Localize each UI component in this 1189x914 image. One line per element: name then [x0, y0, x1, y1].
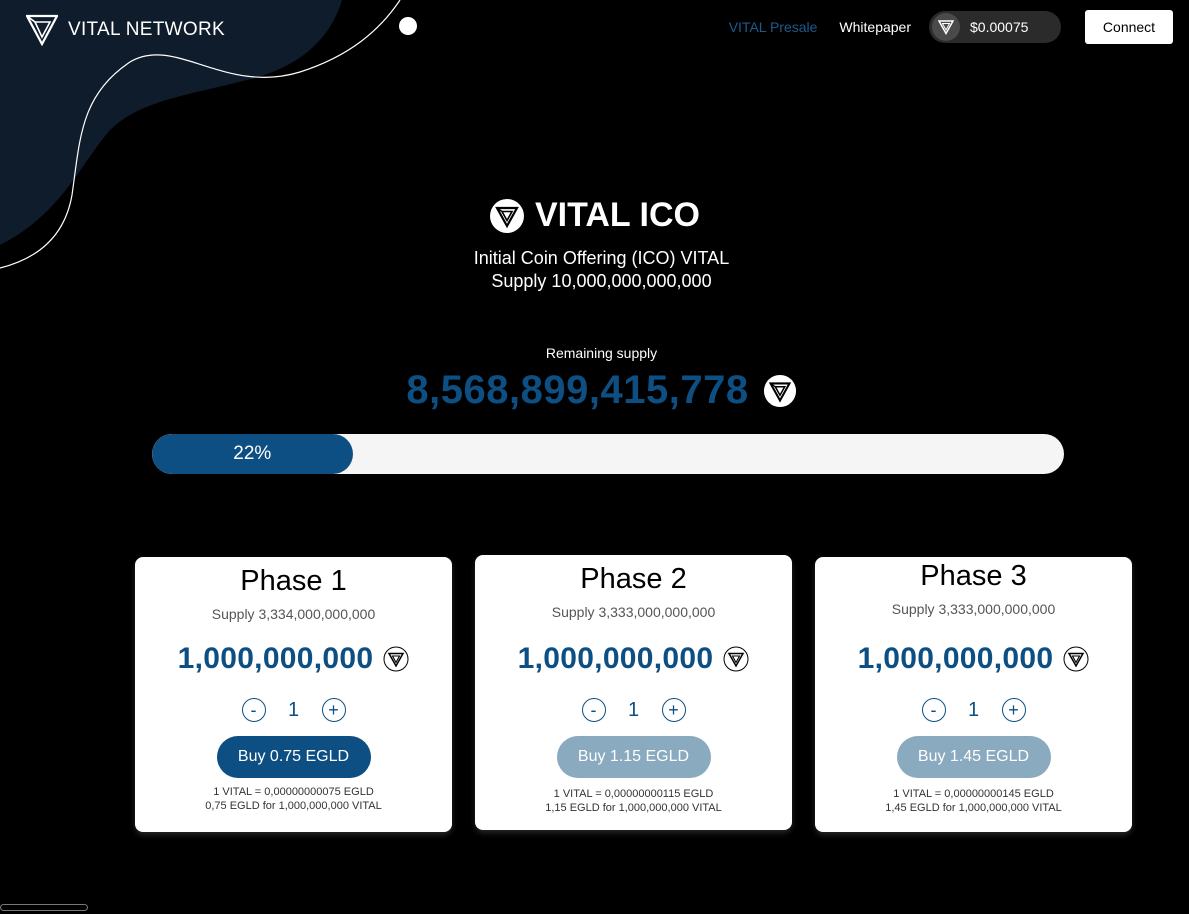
- phase-supply: Supply 3,333,000,000,000: [551, 604, 716, 620]
- decrease-quantity-button[interactable]: -: [581, 698, 606, 722]
- quantity-value: 1: [627, 698, 640, 721]
- phase-rate-detail: 1,15 EGLD for 1,000,000,000 VITAL: [545, 802, 722, 814]
- vital-token-icon: [383, 646, 409, 672]
- phase-amount-value: 1,000,000,000: [177, 642, 374, 675]
- sale-progress-bar: 22%: [152, 434, 1064, 474]
- horizontal-scrollbar[interactable]: [0, 904, 88, 911]
- total-supply: Supply 10,000,000,000,000: [491, 271, 712, 291]
- token-price: $0.00075: [970, 19, 1029, 35]
- phase-supply: Supply 3,333,000,000,000: [891, 601, 1056, 617]
- sale-progress-fill: 22%: [152, 434, 353, 474]
- quantity-stepper: - 1 +: [475, 698, 792, 722]
- phase-amount-value: 1,000,000,000: [517, 642, 714, 675]
- phase-rate: 1 VITAL = 0,00000000075 EGLD: [213, 786, 374, 798]
- top-nav: VITAL Presale Whitepaper $0.00075 Connec…: [729, 10, 1173, 44]
- increase-quantity-button[interactable]: +: [321, 698, 346, 722]
- phase-amount-value: 1,000,000,000: [857, 642, 1054, 675]
- nav-presale-link[interactable]: VITAL Presale: [729, 19, 818, 35]
- decrease-quantity-button[interactable]: -: [921, 698, 946, 722]
- brand-name: VITAL NETWORK: [68, 19, 225, 40]
- phase-supply: Supply 3,334,000,000,000: [211, 606, 376, 622]
- hero-subtitle: Initial Coin Offering (ICO) VITAL: [473, 248, 730, 268]
- phase-rate: 1 VITAL = 0,00000000115 EGLD: [553, 788, 714, 800]
- phase-card-1: Phase 1 Supply 3,334,000,000,000 1,000,0…: [135, 557, 452, 832]
- brand-logo[interactable]: VITAL NETWORK: [26, 14, 225, 46]
- remaining-supply-label: Remaining supply: [545, 345, 658, 361]
- phase-rate: 1 VITAL = 0,00000000145 EGLD: [893, 788, 1054, 800]
- sale-progress-label: 22%: [233, 443, 272, 464]
- buy-button[interactable]: Buy 0.75 EGLD: [216, 736, 371, 778]
- phase-title: Phase 2: [580, 563, 687, 595]
- remaining-supply: 8,568,899,415,778: [0, 368, 1189, 413]
- vital-token-icon: [723, 646, 749, 672]
- quantity-stepper: - 1 +: [815, 698, 1132, 722]
- phase-rate-detail: 0,75 EGLD for 1,000,000,000 VITAL: [205, 800, 382, 812]
- phase-amount: 1,000,000,000: [815, 642, 1132, 676]
- vital-token-icon: [1063, 646, 1089, 672]
- page-title: VITAL ICO: [535, 196, 700, 234]
- vital-token-icon: [932, 13, 960, 41]
- quantity-value: 1: [967, 698, 980, 721]
- buy-button[interactable]: Buy 1.15 EGLD: [556, 736, 711, 778]
- nav-whitepaper-link[interactable]: Whitepaper: [839, 19, 911, 35]
- connect-button[interactable]: Connect: [1085, 10, 1173, 44]
- phase-amount: 1,000,000,000: [475, 642, 792, 676]
- increase-quantity-button[interactable]: +: [661, 698, 686, 722]
- decrease-quantity-button[interactable]: -: [241, 698, 266, 722]
- phase-title: Phase 3: [920, 560, 1027, 592]
- remaining-supply-value: 8,568,899,415,778: [406, 368, 749, 412]
- token-price-badge: $0.00075: [929, 11, 1061, 43]
- vital-token-icon: [763, 374, 796, 407]
- phase-rate-detail: 1,45 EGLD for 1,000,000,000 VITAL: [885, 802, 1062, 814]
- phase-card-2: Phase 2 Supply 3,333,000,000,000 1,000,0…: [475, 555, 792, 830]
- phase-amount: 1,000,000,000: [135, 642, 452, 676]
- vital-logo-icon: [490, 198, 524, 233]
- hero-heading: VITAL ICO: [0, 196, 1189, 235]
- quantity-value: 1: [287, 698, 300, 721]
- phase-card-3: Phase 3 Supply 3,333,000,000,000 1,000,0…: [815, 557, 1132, 832]
- vital-logo-icon: [26, 14, 58, 46]
- phase-title: Phase 1: [240, 565, 347, 597]
- buy-button[interactable]: Buy 1.45 EGLD: [896, 736, 1051, 778]
- increase-quantity-button[interactable]: +: [1001, 698, 1026, 722]
- quantity-stepper: - 1 +: [135, 698, 452, 722]
